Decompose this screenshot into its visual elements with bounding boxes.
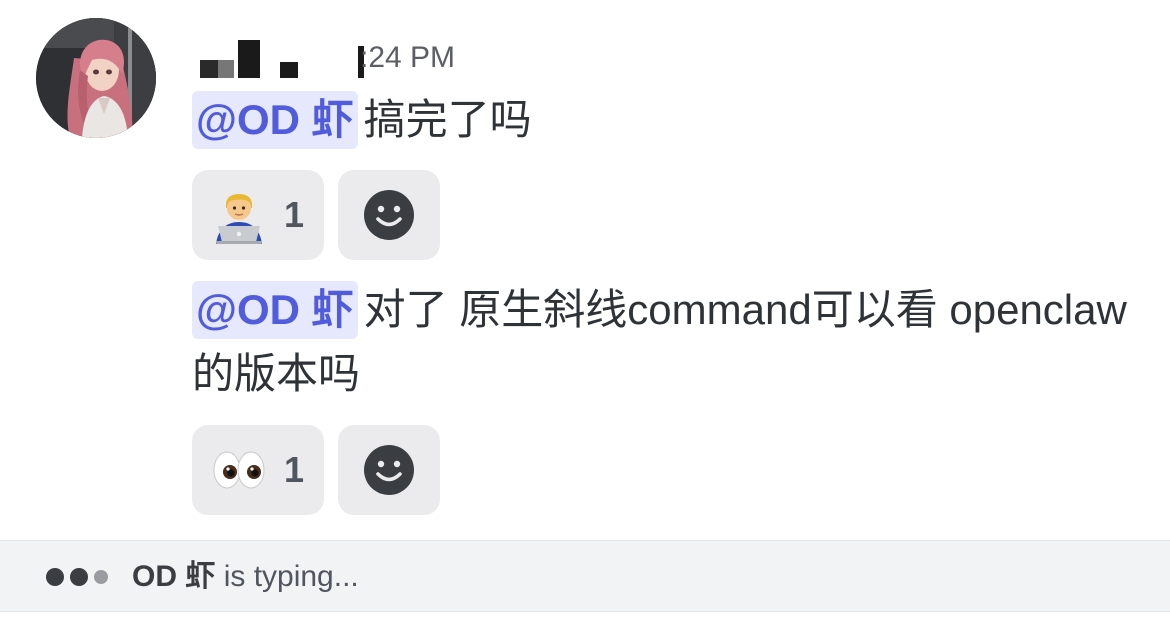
add-reaction-button[interactable] xyxy=(338,425,440,515)
redacted-username xyxy=(196,36,376,80)
message-text: 搞完了吗 xyxy=(363,96,532,143)
message-line: @OD 虾搞完了吗 xyxy=(192,88,532,152)
message-line: @OD 虾对了 原生斜线command可以看 openclaw的版本吗 xyxy=(192,278,1152,406)
add-reaction-button[interactable] xyxy=(338,170,440,260)
typing-dots-icon xyxy=(46,565,108,589)
bottom-strip xyxy=(0,612,1170,639)
message-timestamp: :24 PM xyxy=(360,41,456,74)
smiley-icon xyxy=(364,445,414,495)
avatar[interactable] xyxy=(36,18,156,138)
user-mention[interactable]: @OD 虾 xyxy=(192,91,358,149)
avatar-image xyxy=(36,18,156,138)
smiley-icon xyxy=(364,190,414,240)
reaction-pill[interactable]: 1 xyxy=(192,170,324,260)
typing-text: OD 虾 is typing... xyxy=(132,555,359,599)
technologist-emoji xyxy=(216,194,262,244)
eyes-emoji xyxy=(213,451,265,489)
typing-suffix: is typing... xyxy=(223,560,359,593)
reaction-pill[interactable]: 1 xyxy=(192,425,324,515)
reaction-count: 1 xyxy=(284,194,305,235)
typing-indicator: OD 虾 is typing... xyxy=(0,540,1170,612)
message-header: :24 PM xyxy=(196,36,596,80)
reactions-row: 1 xyxy=(192,170,440,260)
message-group: :24 PM @OD 虾搞完了吗 1 @OD 虾 对了 原生斜线command可… xyxy=(0,0,1170,540)
user-mention[interactable]: @OD 虾 xyxy=(192,281,358,339)
reactions-row: 1 xyxy=(192,425,440,515)
typing-user-name: OD 虾 xyxy=(132,560,216,593)
reaction-count: 1 xyxy=(284,449,305,490)
